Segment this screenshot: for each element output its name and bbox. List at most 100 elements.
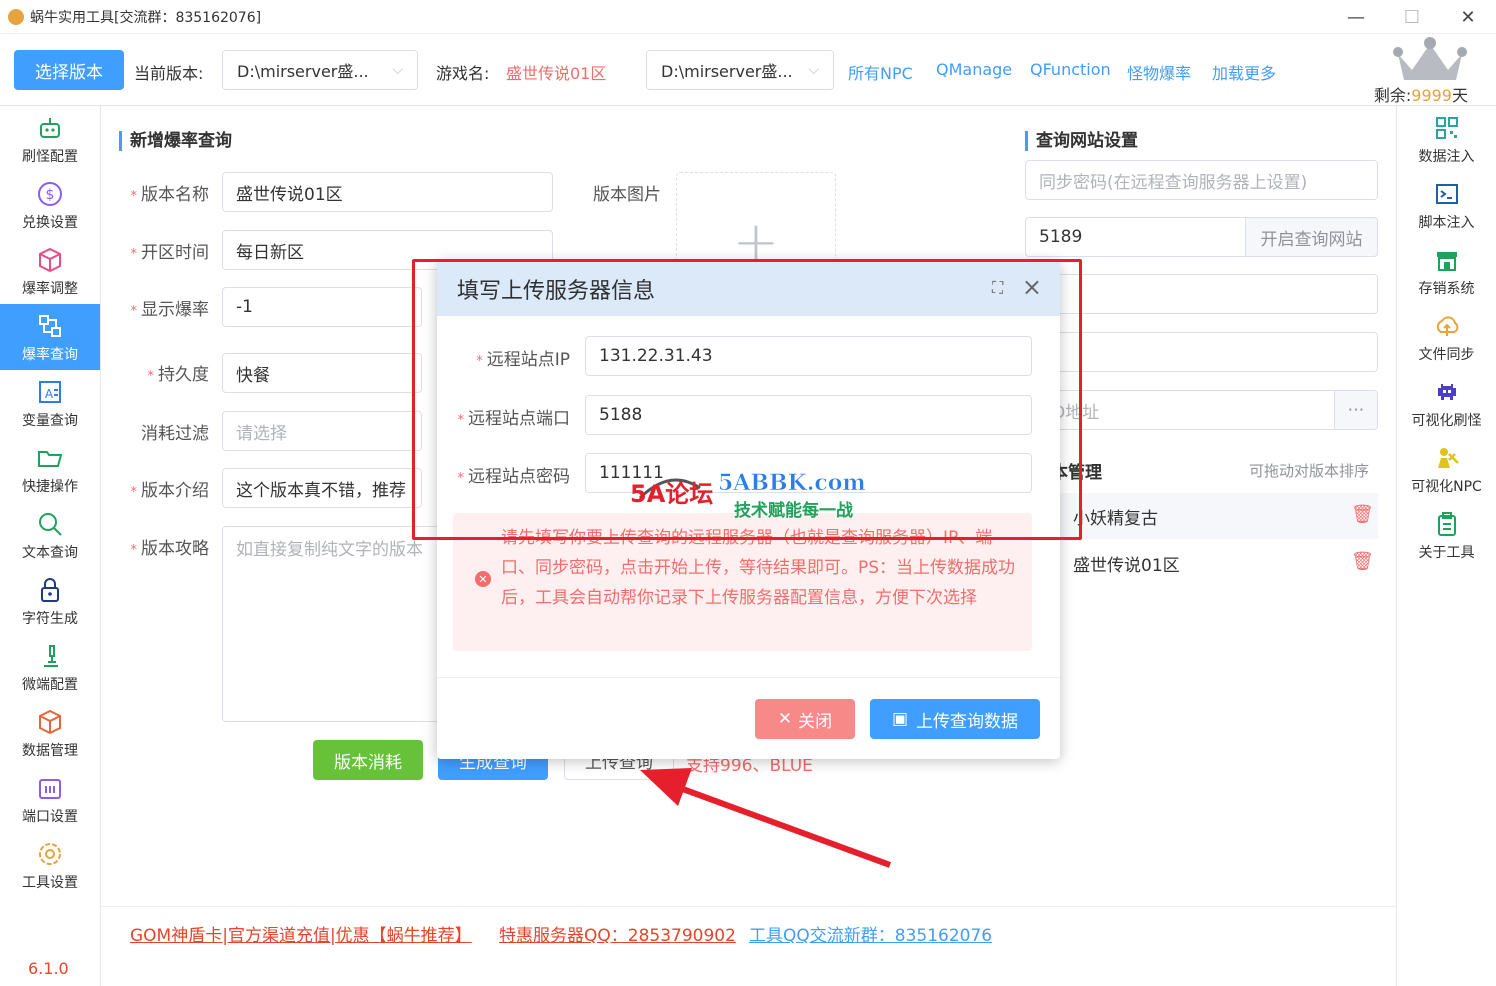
remote-password-label: * 远程站点密码 xyxy=(457,467,571,487)
rsidebar-item-visual-npc[interactable]: 可视化NPC xyxy=(1397,436,1496,502)
sidebar-item-rate-query[interactable]: 爆率查询 xyxy=(0,304,100,370)
rsidebar-item-store-system[interactable]: 存销系统 xyxy=(1397,238,1496,304)
sidebar-item-quick-ops[interactable]: 快捷操作 xyxy=(0,436,100,502)
sidebar-item-rate-adjust[interactable]: 爆率调整 xyxy=(0,238,100,304)
nodes-icon xyxy=(35,311,65,341)
server-path-value: D:\mirserver盛... xyxy=(661,62,793,81)
dialog-header: 填写上传服务器信息 ⛶ × xyxy=(437,261,1060,316)
footer-link-server-qq[interactable]: 特惠服务器QQ：2853790902 xyxy=(499,921,736,946)
svg-text:A: A xyxy=(45,387,54,401)
version-name-input[interactable]: 盛世传说01区 xyxy=(222,172,553,212)
remain-prefix: 剩余: xyxy=(1373,86,1412,105)
dialog-close-button[interactable]: ✕ 关闭 xyxy=(755,699,855,739)
alert-text: 请先填写你要上传查询的远程服务器（也就是查询服务器）IP、端口、同步密码，点击开… xyxy=(501,528,1016,608)
sidebar-label: 数据管理 xyxy=(22,742,78,759)
npc-icon xyxy=(1432,443,1462,473)
footer-link-gom[interactable]: GOM神盾卡|官方渠道充值|优惠【蜗牛推荐】 xyxy=(130,921,472,946)
sidebar-label: 爆率查询 xyxy=(22,346,78,363)
sidebar-item-port-settings[interactable]: 端口设置 xyxy=(0,766,100,832)
folder-icon xyxy=(35,443,65,473)
upload-query-data-button[interactable]: ▣ 上传查询数据 xyxy=(870,699,1040,739)
rsidebar-label: 可视化NPC xyxy=(1411,478,1482,495)
version-list-item[interactable]: 盛世传说01区 xyxy=(1025,540,1378,586)
sidebar-item-micro-config[interactable]: 微端配置 xyxy=(0,634,100,700)
link-qmanage[interactable]: QManage xyxy=(936,60,1012,79)
rsidebar-item-script-inject[interactable]: 脚本注入 xyxy=(1397,172,1496,238)
box-icon xyxy=(35,707,65,737)
link-qfunction[interactable]: QFunction xyxy=(1030,60,1111,79)
minimize-button[interactable]: — xyxy=(1328,0,1384,34)
sync-password-input[interactable]: 同步密码(在远程查询服务器上设置) xyxy=(1025,160,1378,200)
remote-port-input[interactable]: 5188 xyxy=(585,395,1032,435)
game-name-value: 盛世传说01区 xyxy=(506,64,607,83)
open-time-label: * 开区时间 xyxy=(130,243,210,263)
right-sidebar: 数据注入 脚本注入 存销系统 文件同步 可视化刷怪 可视化NPC 关于工具 xyxy=(1396,106,1496,986)
remote-port-label: * 远程站点端口 xyxy=(457,409,571,429)
show-rate-input[interactable]: -1 xyxy=(222,287,422,327)
chevron-down-icon: ⌵ xyxy=(392,62,403,78)
window-title: 蜗牛实用工具[交流群：835162076] xyxy=(30,9,262,26)
current-version-value: D:\mirserver盛... xyxy=(237,62,369,81)
rsidebar-item-file-sync[interactable]: 文件同步 xyxy=(1397,304,1496,370)
version-image-label: 版本图片 xyxy=(593,185,661,205)
remote-password-input[interactable]: 111111 xyxy=(585,453,1032,493)
microscope-icon xyxy=(35,641,65,671)
link-all-npc[interactable]: 所有NPC xyxy=(848,60,913,84)
version-list-item[interactable]: 小妖精复古 xyxy=(1025,493,1378,539)
port-icon xyxy=(35,773,65,803)
gear-icon xyxy=(35,839,65,869)
site-port-input[interactable]: 5189 xyxy=(1025,217,1246,257)
sidebar-item-char-gen[interactable]: 字符生成 xyxy=(0,568,100,634)
version-number: 6.1.0 xyxy=(28,959,69,978)
gd-address-input[interactable]: GD地址 xyxy=(1025,390,1335,430)
maximize-button[interactable]: ☐ xyxy=(1384,0,1440,34)
error-alert: ✕ 请先填写你要上传查询的远程服务器（也就是查询服务器）IP、端口、同步密码，点… xyxy=(453,513,1032,651)
qrcode-icon xyxy=(1432,113,1462,143)
open-query-site-button[interactable]: 开启查询网站 xyxy=(1245,217,1378,257)
sidebar-label: 兑换设置 xyxy=(22,214,78,231)
sidebar-item-spawn-config[interactable]: 刷怪配置 xyxy=(0,106,100,172)
durability-input[interactable]: 快餐 xyxy=(222,353,422,393)
version-list-label: 小妖精复古 xyxy=(1073,508,1158,529)
sidebar-item-variable-query[interactable]: A 变量查询 xyxy=(0,370,100,436)
close-icon[interactable]: × xyxy=(1022,273,1042,301)
site-field-3[interactable]: l xyxy=(1025,274,1378,314)
rsidebar-item-data-inject[interactable]: 数据注入 xyxy=(1397,106,1496,172)
remote-ip-input[interactable]: 131.22.31.43 xyxy=(585,336,1032,376)
remain-suffix: 天 xyxy=(1451,86,1468,105)
dialog-title: 填写上传服务器信息 xyxy=(457,278,656,304)
guide-textarea[interactable]: 如直接复制纯文字的版本 xyxy=(222,526,442,722)
sidebar-item-text-query[interactable]: 文本查询 xyxy=(0,502,100,568)
footer-link-group-qq[interactable]: 工具QQ交流新群：835162076 xyxy=(749,921,992,946)
sidebar-item-exchange[interactable]: $ 兑换设置 xyxy=(0,172,100,238)
version-consume-button[interactable]: 版本消耗 xyxy=(313,740,423,780)
store-icon xyxy=(1432,245,1462,275)
fullscreen-icon[interactable]: ⛶ xyxy=(992,278,1010,297)
sidebar-item-tool-settings[interactable]: 工具设置 xyxy=(0,832,100,898)
rsidebar-item-visual-spawn[interactable]: 可视化刷怪 xyxy=(1397,370,1496,436)
current-version-select[interactable]: D:\mirserver盛... ⌵ xyxy=(222,50,418,90)
app-icon xyxy=(8,8,24,25)
upload-server-dialog: 填写上传服务器信息 ⛶ × * 远程站点IP 131.22.31.43 * 远程站点… xyxy=(437,261,1060,759)
trash-icon[interactable]: 🗑 xyxy=(1351,504,1374,525)
rsidebar-item-about[interactable]: 关于工具 xyxy=(1397,502,1496,568)
rsidebar-label: 数据注入 xyxy=(1418,148,1475,165)
rsidebar-label: 存销系统 xyxy=(1418,280,1475,297)
close-window-button[interactable]: ✕ xyxy=(1440,0,1496,34)
consume-filter-select[interactable]: 请选择 xyxy=(222,411,422,451)
close-icon: ✕ xyxy=(777,709,793,729)
save-icon: ▣ xyxy=(891,709,909,729)
sidebar-item-data-mgmt[interactable]: 数据管理 xyxy=(0,700,100,766)
site-field-4[interactable]: 22 xyxy=(1025,332,1378,372)
more-icon[interactable]: ⋯ xyxy=(1334,390,1378,430)
lock-icon xyxy=(35,575,65,605)
remain-days-value: 9999 xyxy=(1411,86,1452,105)
trash-icon[interactable]: 🗑 xyxy=(1351,551,1374,572)
cube-icon xyxy=(35,245,65,275)
sidebar-label: 微端配置 xyxy=(22,676,78,693)
link-monster-rate[interactable]: 怪物爆率 xyxy=(1127,60,1191,84)
select-version-button[interactable]: 选择版本 xyxy=(14,50,124,90)
intro-input[interactable]: 这个版本真不错，推荐 xyxy=(222,468,422,508)
server-path-select[interactable]: D:\mirserver盛... ⌵ xyxy=(646,50,834,90)
link-load-more[interactable]: 加载更多 xyxy=(1212,60,1276,84)
